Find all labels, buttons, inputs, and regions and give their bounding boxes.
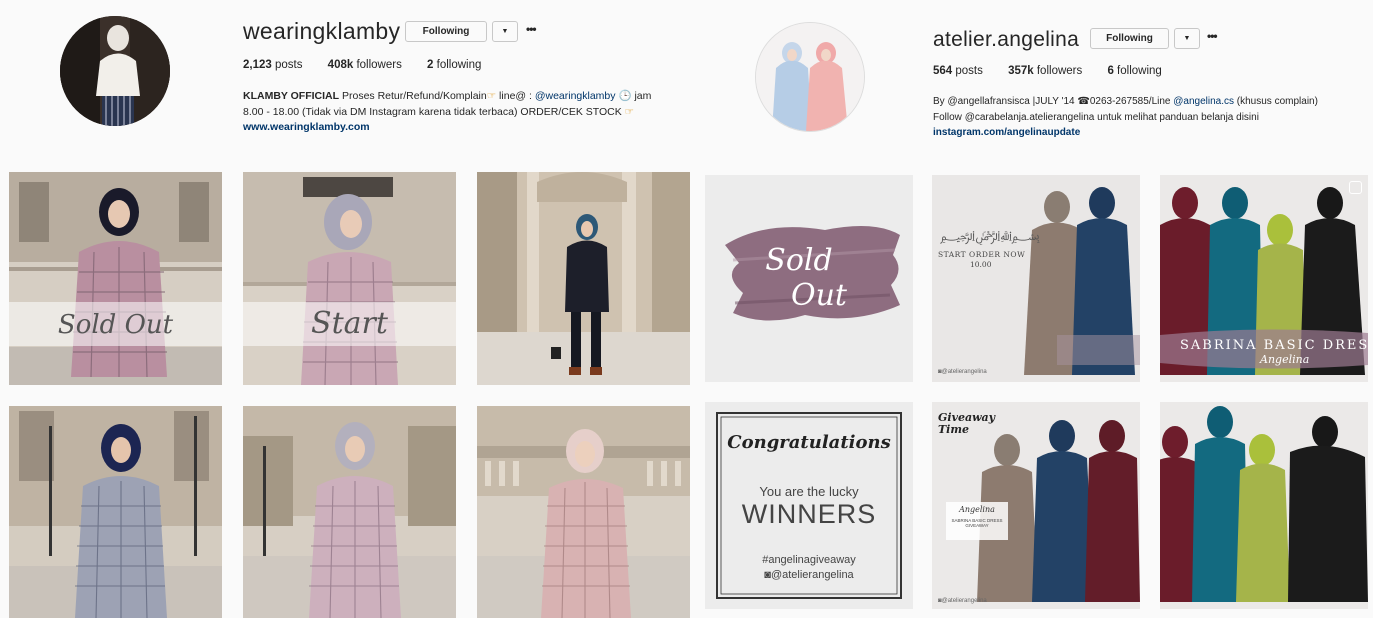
bio-website-link[interactable]: www.wearingklamby.com [243, 120, 693, 136]
instagram-icon: ◙ [764, 569, 771, 581]
caret-down-icon: ▼ [501, 28, 509, 35]
post-tile[interactable]: Congratulations You are the lucky WINNER… [705, 402, 913, 609]
bio-mention-angelina-cs[interactable]: @angelina.cs [1173, 96, 1234, 107]
post-tile[interactable] [243, 406, 456, 618]
post-image [243, 406, 456, 618]
giveaway-sub-text: SABRINA BASIC DRESS GIVEAWAY [951, 518, 1003, 528]
winners-text: WINNERS [741, 499, 877, 529]
post-image [932, 175, 1140, 382]
sabrina-title-text: SABRINA BASIC DRESS [1179, 338, 1368, 353]
profile-bio: KLAMBY OFFICIAL Proses Retur/Refund/Komp… [243, 89, 693, 136]
start-order-text: START ORDER NOW [938, 250, 1026, 259]
start-overlay-text: Start [311, 306, 388, 341]
angelina-script-text: Angelina [1260, 353, 1310, 366]
bio-website-link[interactable]: instagram.com/angelinaupdate [933, 125, 1373, 141]
handle-text: ◙@atelierangelina [764, 569, 854, 581]
post-tile[interactable]: SABRINA BASIC DRESS Angelina [1160, 175, 1368, 382]
out-overlay-text: Out [791, 278, 847, 313]
hashtag-text: #angelinagiveaway [762, 554, 856, 566]
post-tile[interactable]: ﷽ START ORDER NOW 10.00 ◙@atelierangelin… [932, 175, 1140, 382]
arabic-calligraphy: ﷽ [940, 229, 1040, 244]
profile-stats: 564 posts 357k followers 6 following [933, 65, 1184, 77]
profile-username: wearingklamby [243, 18, 401, 44]
post-tile[interactable] [477, 406, 690, 618]
post-image [9, 172, 222, 385]
profile-bio: By @angellafransisca |JULY '14 ☎0263-267… [933, 94, 1373, 141]
clock-icon: 🕒 [618, 90, 632, 102]
following-button[interactable]: Following [405, 21, 487, 42]
pointing-hand-icon: ☞ [624, 105, 635, 118]
watermark-text: ◙@atelierangelina [938, 598, 987, 604]
following-button[interactable]: Following [1090, 28, 1169, 49]
multiple-posts-icon [1349, 181, 1362, 194]
phone-icon: ☎ [1077, 96, 1090, 107]
following-stat[interactable]: 2 following [427, 59, 481, 71]
profile-stats: 2,123 posts 408k followers 2 following [243, 59, 503, 71]
followers-stat[interactable]: 357k followers [1008, 65, 1082, 77]
post-tile[interactable]: Giveaway Time Angelina SABRINA BASIC DRE… [932, 402, 1140, 609]
post-image [1160, 402, 1368, 609]
followers-stat[interactable]: 408k followers [328, 59, 402, 71]
sold-out-overlay-text: Sold Out [57, 310, 174, 340]
post-tile[interactable] [9, 406, 222, 618]
post-tile[interactable] [477, 172, 690, 385]
following-stat[interactable]: 6 following [1107, 65, 1161, 77]
giveaway-time-text: Giveaway Time [938, 411, 996, 436]
sold-overlay-text: Sold [765, 243, 833, 278]
pointing-hand-icon: ☞ [486, 90, 497, 102]
profile-avatar[interactable] [755, 22, 865, 132]
post-image [9, 406, 222, 618]
watermark-text: ◙@atelierangelina [938, 369, 987, 375]
posts-stat: 564 posts [933, 65, 983, 77]
bio-mention-wearingklamby[interactable]: @wearingklamby [535, 90, 616, 102]
start-time-text: 10.00 [970, 260, 992, 269]
profile-header-atelier-angelina: atelier.angelina Following ▼ ••• 564 pos… [700, 0, 1373, 165]
post-image [477, 172, 690, 385]
profile-avatar[interactable] [60, 16, 170, 126]
post-image [477, 406, 690, 618]
profile-username: atelier.angelina [933, 28, 1080, 51]
lucky-text: You are the lucky [759, 484, 859, 499]
more-options-icon[interactable]: ••• [1207, 29, 1218, 43]
post-image [243, 172, 456, 385]
congratulations-text: Congratulations [727, 432, 891, 453]
post-tile[interactable]: Sold Out [705, 175, 913, 382]
post-tile[interactable] [1160, 402, 1368, 609]
post-tile[interactable]: Sold Out [9, 172, 222, 385]
profile-header-wearingklamby: wearingklamby Following ▼ ••• 2,123 post… [0, 0, 700, 165]
caret-down-icon: ▼ [1183, 35, 1191, 42]
suggested-dropdown-button[interactable]: ▼ [1174, 28, 1200, 49]
giveaway-brand-text: Angelina [959, 505, 995, 514]
posts-stat: 2,123 posts [243, 59, 303, 71]
suggested-dropdown-button[interactable]: ▼ [492, 21, 518, 42]
post-tile[interactable]: Start [243, 172, 456, 385]
more-options-icon[interactable]: ••• [526, 22, 537, 36]
